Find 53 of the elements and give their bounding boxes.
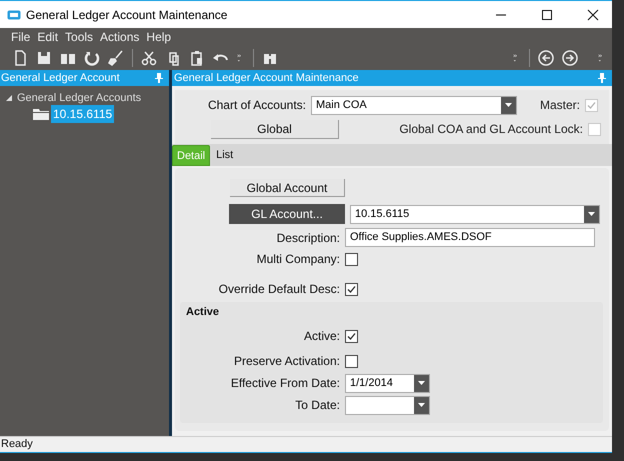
menu-item[interactable]: File — [11, 28, 30, 46]
caret-icon — [505, 103, 512, 107]
close-icon[interactable] — [587, 8, 599, 20]
window-title: General Ledger Account Maintenance — [26, 6, 228, 24]
field-label: Active: — [302, 328, 341, 345]
tab[interactable]: List — [210, 145, 238, 166]
pin-icon[interactable] — [155, 73, 163, 83]
gl-account-dropdown[interactable]: 10.15.6115 — [350, 204, 600, 224]
field-label: Description: — [276, 230, 341, 246]
global-account-button[interactable]: Global Account — [230, 179, 345, 197]
expand-icon[interactable] — [6, 95, 12, 101]
menu-item[interactable]: Help — [146, 28, 172, 46]
field-label: Chart of Accounts: — [206, 97, 307, 114]
menu-item[interactable]: Tools — [65, 28, 94, 46]
tree-item[interactable]: General Ledger Accounts — [17, 90, 142, 106]
caret-icon — [418, 403, 425, 407]
checkbox[interactable] — [345, 354, 358, 368]
checkbox[interactable] — [345, 252, 358, 266]
brush-icon[interactable] — [107, 49, 125, 67]
global-button[interactable]: Global — [211, 120, 339, 138]
caret-icon — [588, 212, 595, 216]
panel-title: General Ledger Account — [1, 70, 120, 86]
field-label: Global COA and GL Account Lock: — [399, 121, 583, 138]
dropdown-button[interactable] — [414, 396, 429, 414]
pin-icon[interactable] — [598, 73, 606, 83]
field-label: To Date: — [294, 397, 341, 414]
date-field[interactable]: 1/1/2014 — [345, 374, 430, 392]
checkbox[interactable] — [345, 330, 358, 342]
checkbox[interactable] — [345, 282, 358, 296]
menu-item[interactable]: Actions — [100, 28, 140, 46]
field-label: Override Default Desc: — [218, 281, 341, 298]
save-icon[interactable] — [35, 49, 53, 67]
folder-icon — [33, 108, 49, 120]
description-field[interactable]: Office Supplies.AMES.DSOF — [345, 228, 595, 247]
date-field[interactable] — [345, 396, 430, 414]
caret-icon — [418, 381, 425, 385]
dropdown-button[interactable] — [501, 96, 516, 114]
field-label: Preserve Activation: — [232, 353, 341, 370]
panel-title: General Ledger Account Maintenance — [174, 70, 359, 86]
group-title: Active — [185, 305, 220, 320]
scissors-icon[interactable] — [140, 49, 158, 67]
dropdown-button[interactable] — [584, 206, 599, 222]
field-label: Master: — [540, 97, 580, 114]
chart-of-accounts-dropdown[interactable]: Main COA — [311, 96, 517, 114]
refresh-icon[interactable] — [83, 49, 101, 67]
dropdown-button[interactable] — [414, 374, 429, 392]
menu-item[interactable]: Edit — [37, 28, 58, 46]
field-label: Multi Company: — [256, 251, 341, 268]
app-icon — [7, 10, 21, 20]
gl-account-button[interactable]: GL Account... — [229, 204, 345, 224]
maximize-icon[interactable] — [541, 8, 553, 20]
status-bar: Ready — [0, 436, 612, 452]
field-label: Effective From Date: — [230, 375, 341, 392]
